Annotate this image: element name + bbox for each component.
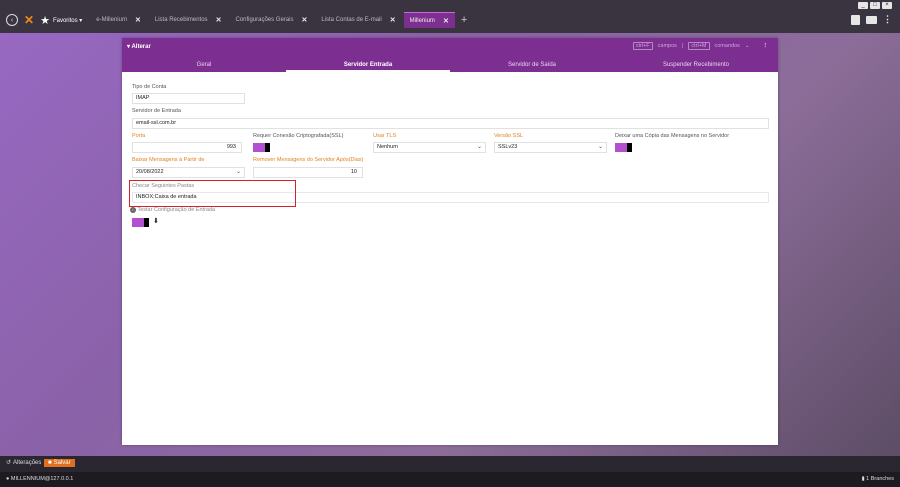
- deixar-copia-toggle[interactable]: [615, 143, 632, 152]
- info-icon: i: [130, 207, 136, 213]
- chevron-down-icon: ⌄: [476, 144, 482, 150]
- tab-e-millenium[interactable]: e-Millenium ✕: [90, 12, 147, 28]
- servidor-entrada-field[interactable]: email-ssl.com.br: [132, 118, 769, 129]
- tab-label: Millenium: [409, 17, 435, 24]
- branch-icon: ▮: [861, 476, 865, 482]
- panel-tabs: Geral Servidor Entrada Servidor de Saída…: [122, 58, 778, 72]
- save-button[interactable]: ■ Salvar: [44, 459, 75, 467]
- user-icon: ●: [6, 476, 10, 482]
- porta-field[interactable]: 993: [132, 142, 242, 153]
- tipo-conta-field[interactable]: IMAP: [132, 93, 245, 104]
- panel-menu-icon[interactable]: ⋮: [763, 43, 769, 49]
- baixar-label: Baixar Mensagens à Partir de: [132, 157, 205, 163]
- close-tab-icon[interactable]: ✕: [390, 16, 396, 24]
- tab-strip: ‹ ✕ ★ Favoritos ▾ e-Millenium ✕ Lista Re…: [0, 10, 467, 30]
- close-tab-icon[interactable]: ✕: [443, 17, 449, 25]
- edit-panel: ▾ Alterar ctrl+F campos | ctrl+M comando…: [122, 38, 778, 445]
- add-tab-button[interactable]: +: [461, 14, 467, 26]
- commands-shortcut-label[interactable]: comandos: [715, 43, 740, 49]
- tab-label: e-Millenium: [96, 17, 127, 23]
- tab-lista-recebimentos[interactable]: Lista Recebimentos ✕: [149, 12, 228, 28]
- panel-header: ▾ Alterar ctrl+F campos | ctrl+M comando…: [122, 38, 778, 72]
- save-icon: ■: [48, 460, 52, 466]
- favorites-menu[interactable]: Favoritos ▾: [53, 17, 82, 24]
- close-window-button[interactable]: ×: [882, 2, 892, 9]
- status-branches-text: 1 Branches: [866, 476, 894, 482]
- alteracoes-label: Alterações: [13, 459, 42, 466]
- status-branches: ▮ 1 Branches: [862, 476, 894, 482]
- minimize-button[interactable]: _: [858, 2, 868, 9]
- fields-shortcut-label[interactable]: campos: [658, 43, 677, 49]
- tab-servidor-entrada[interactable]: Servidor Entrada: [286, 58, 450, 72]
- action-bar: ↺ Alterações ■ Salvar: [0, 456, 900, 472]
- baixar-date-field[interactable]: 20/08/2022 ⌄: [132, 167, 245, 178]
- tab-configuracoes-gerais[interactable]: Configurações Gerais ✕: [229, 12, 313, 28]
- usar-tls-label: Usar TLS: [373, 133, 397, 139]
- star-icon[interactable]: ★: [40, 14, 50, 27]
- tab-servidor-saida[interactable]: Servidor de Saída: [450, 58, 614, 72]
- window-controls: _ □ ×: [858, 2, 892, 9]
- maximize-button[interactable]: □: [870, 2, 880, 9]
- versao-ssl-label: Versão SSL: [494, 133, 524, 139]
- remover-field[interactable]: 10: [253, 167, 363, 178]
- testar-label-text: Testar Configuração de Entrada: [137, 207, 216, 213]
- deixar-copia-label: Deixar uma Cópia das Mensagens no Servid…: [615, 133, 730, 139]
- status-bar: ● MILLENNIUM@127.0.0.1 ▮ 1 Branches: [0, 472, 900, 487]
- tab-label: Lista Recebimentos: [154, 17, 208, 23]
- versao-ssl-select[interactable]: SSLv23 ⌄: [494, 142, 607, 153]
- testar-label: i Testar Configuração de Entrada: [130, 207, 215, 213]
- alteracoes-button[interactable]: ↺ Alterações: [6, 459, 42, 467]
- kbd-ctrl-f: ctrl+F: [632, 42, 653, 50]
- separator: |: [681, 43, 684, 49]
- top-right-tools: ⋮: [851, 14, 892, 25]
- panel-title[interactable]: ▾ Alterar: [127, 43, 151, 50]
- requer-ssl-label: Requer Conexão Criptografada(SSL): [253, 133, 344, 139]
- status-user-text: MILLENNIUM@127.0.0.1: [10, 476, 74, 482]
- back-icon[interactable]: ‹: [6, 14, 18, 26]
- testar-toggle[interactable]: [132, 218, 149, 227]
- servidor-entrada-label: Servidor de Entrada: [132, 108, 181, 114]
- title-bar: _ □ × ‹ ✕ ★ Favoritos ▾ e-Millenium ✕ Li…: [0, 0, 900, 33]
- requer-ssl-toggle[interactable]: [253, 143, 270, 152]
- tab-lista-contas-email[interactable]: Lista Contas de E-mail ✕: [315, 12, 401, 28]
- save-label: Salvar: [53, 460, 71, 466]
- usar-tls-value: Nenhum: [377, 144, 398, 150]
- close-tab-icon[interactable]: ✕: [216, 16, 222, 24]
- chevron-down-icon: ⌄: [235, 169, 241, 175]
- clipboard-icon[interactable]: [851, 14, 860, 25]
- versao-ssl-value: SSLv23: [498, 144, 518, 150]
- download-icon[interactable]: ⬇: [153, 217, 159, 225]
- tab-label: Lista Contas de E-mail: [321, 17, 382, 23]
- status-user: ● MILLENNIUM@127.0.0.1: [6, 476, 73, 482]
- tab-millenium[interactable]: Millenium ✕: [403, 12, 455, 28]
- chat-icon[interactable]: [866, 15, 877, 24]
- logo-icon: ✕: [24, 13, 35, 27]
- tab-geral[interactable]: Geral: [122, 58, 286, 72]
- porta-label: Porta: [132, 133, 146, 139]
- tipo-conta-label: Tipo de Conta: [132, 84, 167, 90]
- more-menu-icon[interactable]: ⋮: [883, 14, 892, 25]
- chevron-down-icon[interactable]: ⌄: [745, 43, 750, 49]
- panel-tools: ctrl+F campos | ctrl+M comandos ⌄ ⋮: [632, 42, 769, 50]
- kbd-ctrl-m: ctrl+M: [688, 42, 710, 50]
- highlight-box: [129, 180, 296, 207]
- close-tab-icon[interactable]: ✕: [301, 16, 307, 24]
- chevron-down-icon: ⌄: [597, 144, 603, 150]
- close-tab-icon[interactable]: ✕: [135, 16, 141, 24]
- remover-label: Remover Mensagens do Servidor Após(Dias): [253, 157, 364, 163]
- usar-tls-select[interactable]: Nenhum ⌄: [373, 142, 486, 153]
- baixar-value: 20/08/2022: [136, 169, 164, 175]
- tab-label: Configurações Gerais: [235, 17, 294, 23]
- history-icon: ↺: [6, 460, 12, 466]
- tab-suspender-recebimento[interactable]: Suspender Recebimento: [614, 58, 778, 72]
